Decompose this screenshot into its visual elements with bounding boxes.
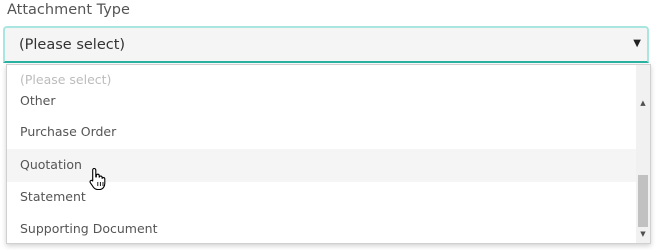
scroll-up-arrow-icon[interactable]: ▲	[636, 96, 650, 110]
option-label: Statement	[20, 189, 86, 204]
option-label: Quotation	[20, 157, 82, 172]
option-purchase-order[interactable]: Purchase Order	[7, 116, 637, 149]
caret-down-icon: ▼	[633, 38, 641, 49]
option-label: Purchase Order	[20, 124, 117, 139]
hand-pointer-icon	[88, 167, 108, 191]
option-label: Other	[20, 93, 56, 108]
scroll-down-arrow-icon[interactable]: ▼	[636, 227, 650, 241]
option-other[interactable]: Other	[7, 85, 637, 118]
dropdown-scrollbar[interactable]: ▲ ▼	[636, 65, 650, 243]
scrollbar-thumb[interactable]	[638, 175, 648, 227]
attachment-type-dropdown: (Please select) Other Purchase Order Quo…	[6, 64, 651, 244]
option-label: Supporting Document	[20, 221, 158, 236]
select-current-value: (Please select)	[19, 37, 126, 53]
attachment-type-select[interactable]: (Please select) ▼	[3, 26, 649, 63]
options-list: (Please select) Other Purchase Order Quo…	[7, 65, 637, 243]
option-supporting-document[interactable]: Supporting Document	[7, 213, 637, 243]
attachment-type-label: Attachment Type	[7, 2, 130, 18]
